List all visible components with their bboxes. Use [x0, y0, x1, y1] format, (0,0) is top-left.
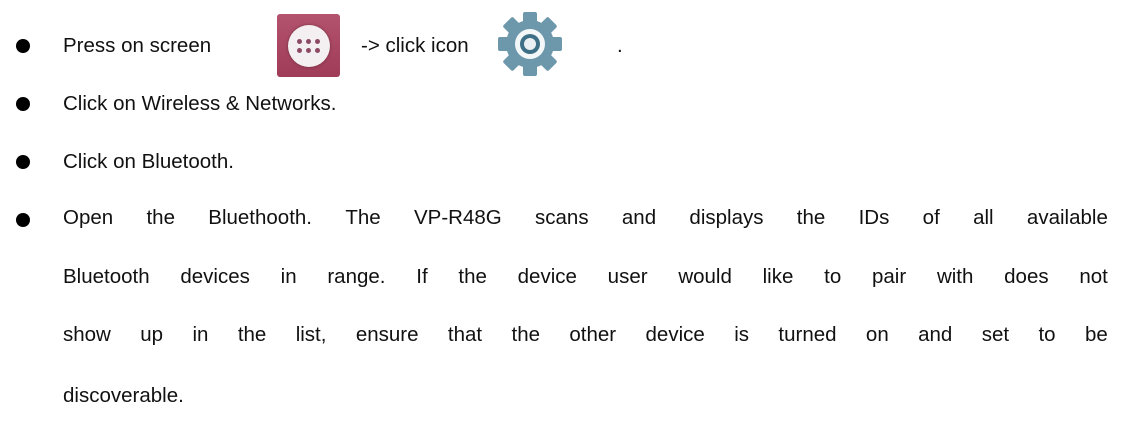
word: user	[607, 265, 648, 288]
word: other	[569, 323, 617, 346]
apps-dot	[315, 47, 320, 53]
word: Bluethooth.	[208, 206, 313, 229]
bullet-1	[16, 39, 30, 53]
word: ensure	[355, 323, 419, 346]
apps-dot	[297, 47, 302, 53]
word: the	[237, 323, 267, 346]
step-2-text: Click on Wireless & Networks.	[63, 92, 337, 115]
word: to	[824, 265, 842, 288]
word: to	[1038, 323, 1056, 346]
step-4-line-3: show up in the list, ensure that the other device…	[63, 323, 1108, 347]
step-1-middle-text: -> click icon	[361, 34, 469, 57]
word: If	[416, 265, 428, 288]
word: is	[734, 323, 749, 346]
word: and	[918, 323, 953, 346]
word: like	[762, 265, 794, 288]
word: the	[146, 206, 175, 229]
word: that	[447, 323, 483, 346]
step-1-text: Press on screen	[63, 34, 212, 57]
apps-dot	[315, 38, 320, 44]
settings-gear-icon	[498, 12, 562, 76]
word: in	[280, 265, 297, 288]
word: range.	[327, 265, 386, 288]
apps-drawer-dots	[287, 24, 330, 67]
apps-drawer-icon	[277, 14, 340, 77]
step-4-line-2: Bluetooth devices in range. If the device user w…	[63, 265, 1108, 289]
word: available	[1026, 206, 1108, 229]
word: of	[922, 206, 940, 229]
word: in	[192, 323, 209, 346]
word: not	[1079, 265, 1108, 288]
word: The	[345, 206, 381, 229]
word: IDs	[858, 206, 890, 229]
word: Open	[63, 206, 114, 229]
word: show	[63, 323, 111, 346]
word: the	[796, 206, 826, 229]
word: device	[517, 265, 577, 288]
word: the	[511, 323, 541, 346]
word: on	[865, 323, 889, 346]
apps-dot	[306, 47, 311, 53]
apps-dot	[306, 38, 311, 44]
word: pair	[872, 265, 907, 288]
bullet-3	[16, 155, 30, 169]
word: device	[645, 323, 705, 346]
word: displays	[689, 206, 764, 229]
word: list,	[295, 323, 327, 346]
word: all	[973, 206, 994, 229]
word: VP-R48G	[413, 206, 502, 229]
step-3-text: Click on Bluetooth.	[63, 150, 234, 173]
word: the	[458, 265, 487, 288]
word: would	[678, 265, 732, 288]
word: does	[1004, 265, 1049, 288]
word: devices	[180, 265, 250, 288]
word: with	[936, 265, 974, 288]
step-4-line-4: discoverable.	[63, 384, 184, 407]
bullet-2	[16, 97, 30, 111]
word: set	[981, 323, 1010, 346]
step-4-line-1: Open the Bluethooth. The VP-R48G scans and disp…	[63, 206, 1108, 230]
word: scans	[535, 206, 589, 229]
bullet-4	[16, 213, 30, 227]
step-1-period: .	[617, 34, 623, 57]
word: turned	[778, 323, 837, 346]
word: be	[1084, 323, 1108, 346]
word: and	[621, 206, 657, 229]
word: Bluetooth	[63, 265, 150, 288]
apps-dot	[297, 38, 302, 44]
word: up	[140, 323, 164, 346]
